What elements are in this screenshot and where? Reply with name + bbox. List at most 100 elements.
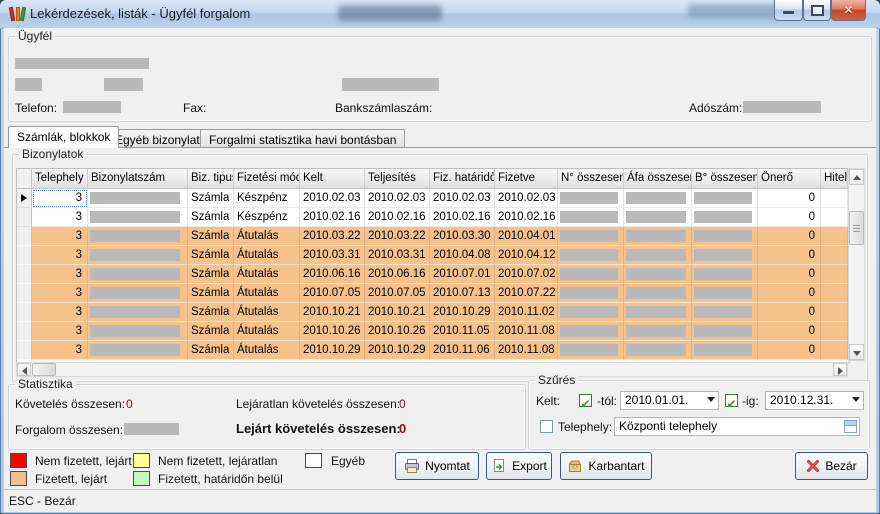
grid-vertical-scrollbar[interactable] [848, 168, 865, 361]
grid-header-teljesites[interactable]: Teljesítés [365, 169, 430, 189]
cell-afa-osszesen[interactable] [624, 246, 692, 265]
row-selector-cell[interactable] [17, 246, 32, 265]
cell-telephely-id[interactable]: 3 [32, 322, 88, 341]
cell-biz-tipus[interactable]: Számla [188, 322, 234, 341]
cell-afa-osszesen[interactable] [624, 227, 692, 246]
date-from-checkbox[interactable]: ✔ [579, 394, 592, 407]
cell-bo-osszesen[interactable] [692, 189, 758, 208]
cell-bizonylatszam[interactable] [88, 303, 188, 322]
export-button[interactable]: Export [486, 452, 552, 480]
table-row[interactable]: 3SzámlaÁtutalás2010.10.292010.10.292010.… [17, 341, 849, 360]
cell-fiz-hatarido[interactable]: 2010.11.05 [430, 322, 495, 341]
cell-onero[interactable]: 0 [758, 208, 821, 227]
cell-fizetesi-mod[interactable]: Készpénz [234, 208, 300, 227]
cell-afa-osszesen[interactable] [624, 341, 692, 360]
telephely-select[interactable]: Központi telephely [614, 417, 860, 436]
cell-telephely-id[interactable]: 3 [32, 246, 88, 265]
grid-header-telephely_id[interactable]: Telephely ID [32, 169, 88, 189]
cell-hitel[interactable] [821, 303, 848, 322]
grid-header-biz_tipus[interactable]: Biz. tipus [188, 169, 234, 189]
cell-fizetve[interactable]: 2010.11.08 [495, 341, 558, 360]
scroll-down-button[interactable] [849, 344, 864, 360]
cell-fizetesi-mod[interactable]: Átutalás [234, 227, 300, 246]
cell-fizetve[interactable]: 2010.11.02 [495, 303, 558, 322]
tab-szamlak-blokkok[interactable]: Számlák, blokkok [8, 126, 119, 148]
table-row[interactable]: 3SzámlaÁtutalás2010.03.312010.03.312010.… [17, 246, 849, 265]
cell-biz-tipus[interactable]: Számla [188, 246, 234, 265]
cell-no-osszesen[interactable] [558, 265, 624, 284]
cell-telephely-id[interactable]: 3 [32, 303, 88, 322]
lookup-grid-icon[interactable] [844, 420, 857, 433]
cell-teljesites[interactable]: 2010.10.21 [365, 303, 430, 322]
table-row[interactable]: 3SzámlaÁtutalás2010.10.212010.10.212010.… [17, 303, 849, 322]
grid-header-hitel[interactable]: Hitel [821, 169, 848, 189]
cell-telephely-id[interactable]: 3 [32, 265, 88, 284]
close-window-button[interactable]: Bezár [795, 452, 868, 480]
cell-bizonylatszam[interactable] [88, 265, 188, 284]
cell-kelt[interactable]: 2010.02.03 [300, 189, 365, 208]
cell-no-osszesen[interactable] [558, 341, 624, 360]
titlebar[interactable]: Lekérdezések, listák - Ügyfél forgalom ✕ [0, 0, 880, 29]
cell-teljesites[interactable]: 2010.02.03 [365, 189, 430, 208]
cell-kelt[interactable]: 2010.07.05 [300, 284, 365, 303]
row-selector-cell[interactable] [17, 341, 32, 360]
vertical-scroll-thumb[interactable] [849, 211, 864, 245]
cell-biz-tipus[interactable]: Számla [188, 265, 234, 284]
cell-no-osszesen[interactable] [558, 284, 624, 303]
date-from-select[interactable]: 2010.01.01. [620, 391, 719, 410]
cell-hitel[interactable] [821, 284, 848, 303]
cell-telephely-id[interactable]: 3 [32, 227, 88, 246]
table-row[interactable]: 3SzámlaKészpénz2010.02.162010.02.162010.… [17, 208, 849, 227]
cell-fiz-hatarido[interactable]: 2010.02.16 [430, 208, 495, 227]
cell-biz-tipus[interactable]: Számla [188, 189, 234, 208]
cell-fiz-hatarido[interactable]: 2010.11.06 [430, 341, 495, 360]
row-selector-cell[interactable] [17, 208, 32, 227]
cell-kelt[interactable]: 2010.03.22 [300, 227, 365, 246]
cell-bizonylatszam[interactable] [88, 341, 188, 360]
cell-teljesites[interactable]: 2010.10.26 [365, 322, 430, 341]
grid-header-fiz_hatarido[interactable]: Fiz. határidő [430, 169, 495, 189]
cell-fizetesi-mod[interactable]: Készpénz [234, 189, 300, 208]
cell-afa-osszesen[interactable] [624, 303, 692, 322]
cell-fiz-hatarido[interactable]: 2010.07.01 [430, 265, 495, 284]
cell-bo-osszesen[interactable] [692, 265, 758, 284]
telephely-checkbox[interactable] [540, 420, 553, 433]
cell-bizonylatszam[interactable] [88, 189, 188, 208]
cell-teljesites[interactable]: 2010.03.22 [365, 227, 430, 246]
cell-bizonylatszam[interactable] [88, 227, 188, 246]
cell-onero[interactable]: 0 [758, 322, 821, 341]
grid-horizontal-scrollbar[interactable] [16, 362, 848, 377]
cell-fiz-hatarido[interactable]: 2010.03.30 [430, 227, 495, 246]
minimize-button[interactable] [774, 0, 803, 21]
cell-afa-osszesen[interactable] [624, 265, 692, 284]
cell-bizonylatszam[interactable] [88, 246, 188, 265]
cell-afa-osszesen[interactable] [624, 322, 692, 341]
cell-biz-tipus[interactable]: Számla [188, 341, 234, 360]
grid-header-afa_osszesen[interactable]: Áfa összesen [624, 169, 692, 189]
scroll-right-button[interactable] [833, 363, 847, 376]
row-selector-cell[interactable] [17, 322, 32, 341]
cell-hitel[interactable] [821, 322, 848, 341]
scroll-left-button[interactable] [17, 363, 31, 376]
cell-afa-osszesen[interactable] [624, 284, 692, 303]
table-row[interactable]: 3SzámlaÁtutalás2010.10.262010.10.262010.… [17, 322, 849, 341]
table-row[interactable]: 3SzámlaÁtutalás2010.06.162010.06.162010.… [17, 265, 849, 284]
grid-header-bizonylatszam[interactable]: Bizonylatszám [88, 169, 188, 189]
grid-header-onero[interactable]: Önerő [758, 169, 821, 189]
cell-no-osszesen[interactable] [558, 303, 624, 322]
cell-bizonylatszam[interactable] [88, 284, 188, 303]
grid-header-fizetve[interactable]: Fizetve [495, 169, 558, 189]
cell-fiz-hatarido[interactable]: 2010.07.13 [430, 284, 495, 303]
cell-bo-osszesen[interactable] [692, 246, 758, 265]
cell-bizonylatszam[interactable] [88, 322, 188, 341]
cell-kelt[interactable]: 2010.02.16 [300, 208, 365, 227]
grid-header-fizetesi_mod[interactable]: Fizetési mód [234, 169, 300, 189]
cell-no-osszesen[interactable] [558, 227, 624, 246]
cell-kelt[interactable]: 2010.10.21 [300, 303, 365, 322]
maintain-button[interactable]: Karbantart [560, 452, 652, 480]
cell-teljesites[interactable]: 2010.10.29 [365, 341, 430, 360]
cell-telephely-id[interactable]: 3 [32, 189, 88, 208]
cell-fizetesi-mod[interactable]: Átutalás [234, 265, 300, 284]
cell-fizetesi-mod[interactable]: Átutalás [234, 303, 300, 322]
cell-no-osszesen[interactable] [558, 189, 624, 208]
